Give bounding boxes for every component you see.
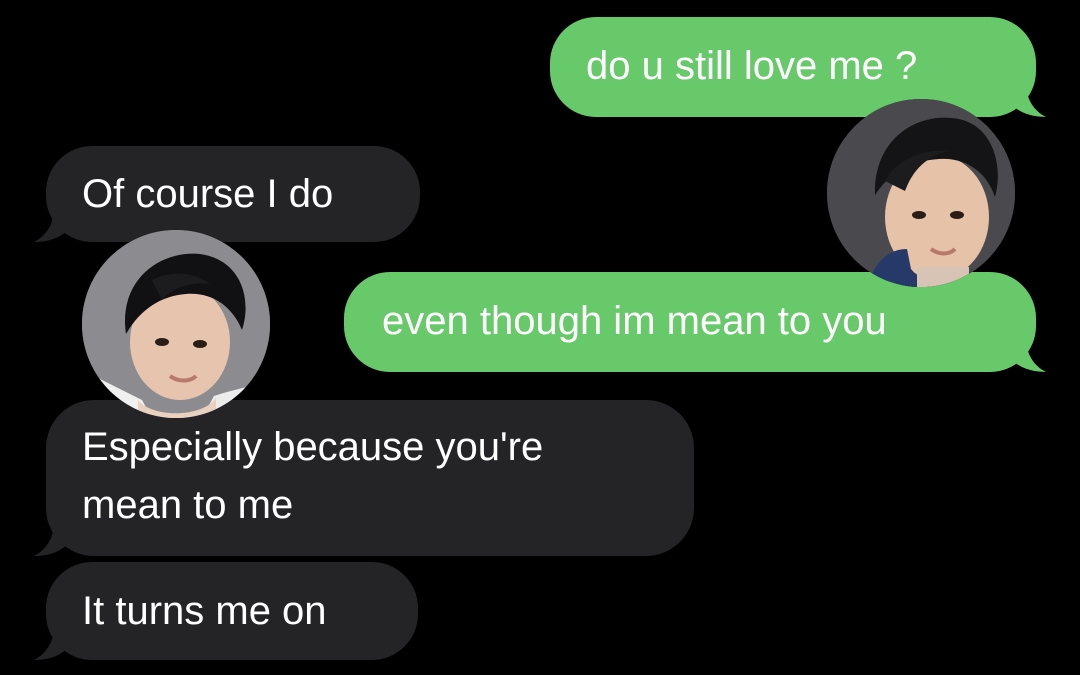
message-text: do u still love me ?	[586, 44, 918, 88]
received-message-bubble[interactable]: It turns me on	[34, 562, 418, 660]
bubble-tail-icon	[1012, 83, 1046, 117]
bubble-tail-icon	[1012, 338, 1046, 372]
recipient-avatar[interactable]	[827, 99, 1015, 287]
bubble-tail-icon	[34, 208, 68, 242]
sent-message-bubble[interactable]: do u still love me ?	[550, 17, 1046, 117]
bubble-tail-icon	[34, 626, 68, 660]
person-photo-icon	[827, 99, 1015, 287]
message-text: It turns me on	[82, 589, 327, 633]
message-text-line: Especially because you're	[82, 425, 544, 469]
bubble-tail-icon	[34, 522, 68, 556]
received-message-bubble[interactable]: Of course I do	[34, 146, 420, 242]
message-text: Of course I do	[82, 172, 334, 216]
person-photo-icon	[82, 230, 270, 418]
received-message-bubble[interactable]: Especially because you're mean to me	[34, 400, 694, 556]
sent-message-bubble[interactable]: even though im mean to you	[344, 272, 1046, 372]
sender-avatar[interactable]	[82, 230, 270, 418]
message-text: even though im mean to you	[382, 299, 887, 343]
message-text-line: mean to me	[82, 483, 294, 527]
